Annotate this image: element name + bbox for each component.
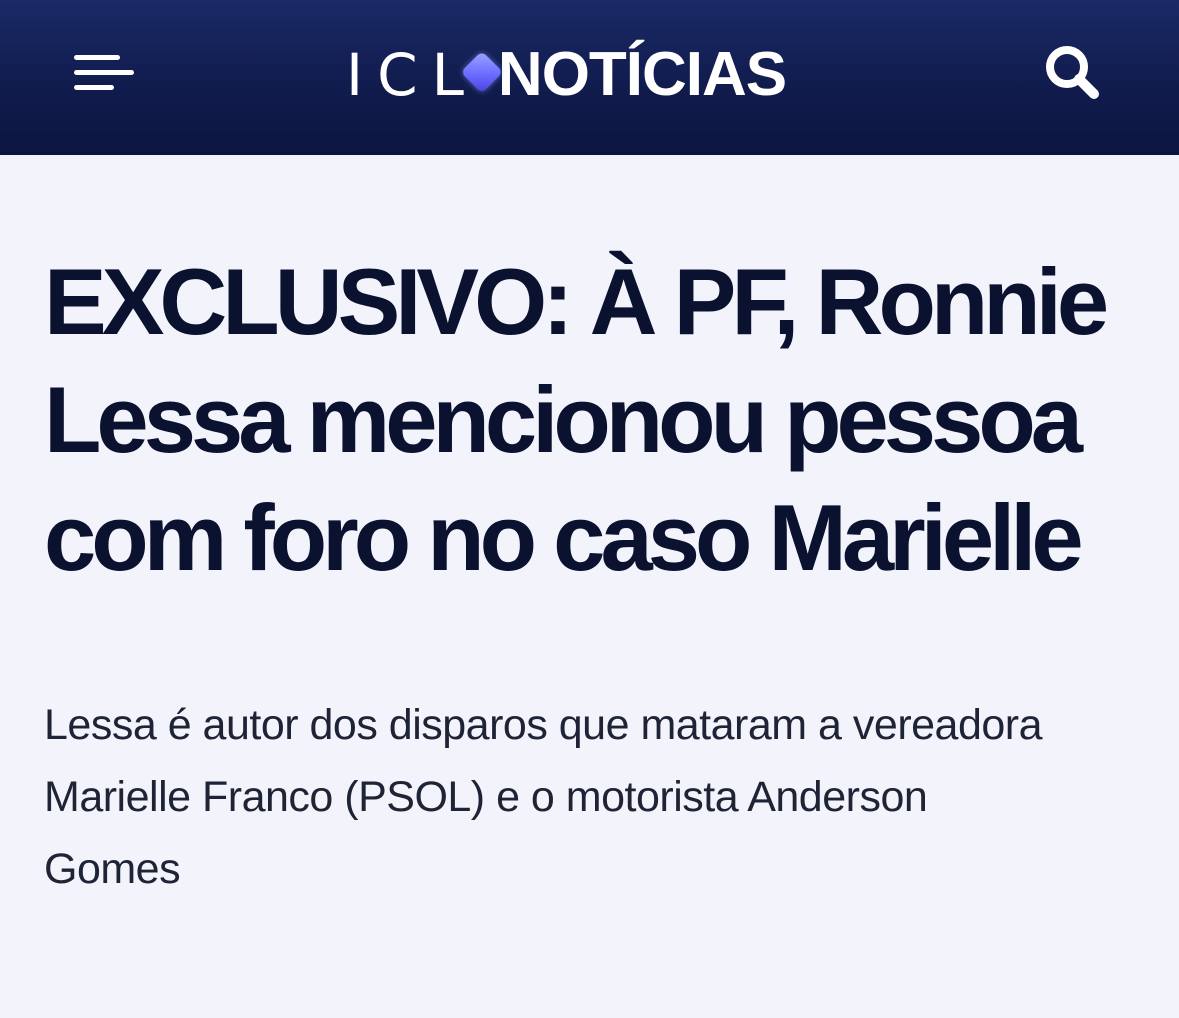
search-icon-graphic [1046,46,1099,99]
top-navigation-bar: ICL NOTÍCIAS [0,0,1179,155]
logo-prefix: ICL [346,41,478,109]
hamburger-menu-icon[interactable] [74,51,136,97]
menu-line [74,70,134,75]
site-logo[interactable]: ICL NOTÍCIAS [346,38,787,112]
menu-line [74,85,114,90]
article-subtitle: Lessa é autor dos disparos que mataram a… [44,701,1043,893]
menu-line [74,55,120,60]
article-headline: EXCLUSIVO: À PF, Ronnie Lessa mencionou … [44,249,1109,590]
article-content: EXCLUSIVO: À PF, Ronnie Lessa mencionou … [0,155,1179,905]
logo-name: NOTÍCIAS [497,40,787,109]
search-icon[interactable] [1042,42,1102,102]
